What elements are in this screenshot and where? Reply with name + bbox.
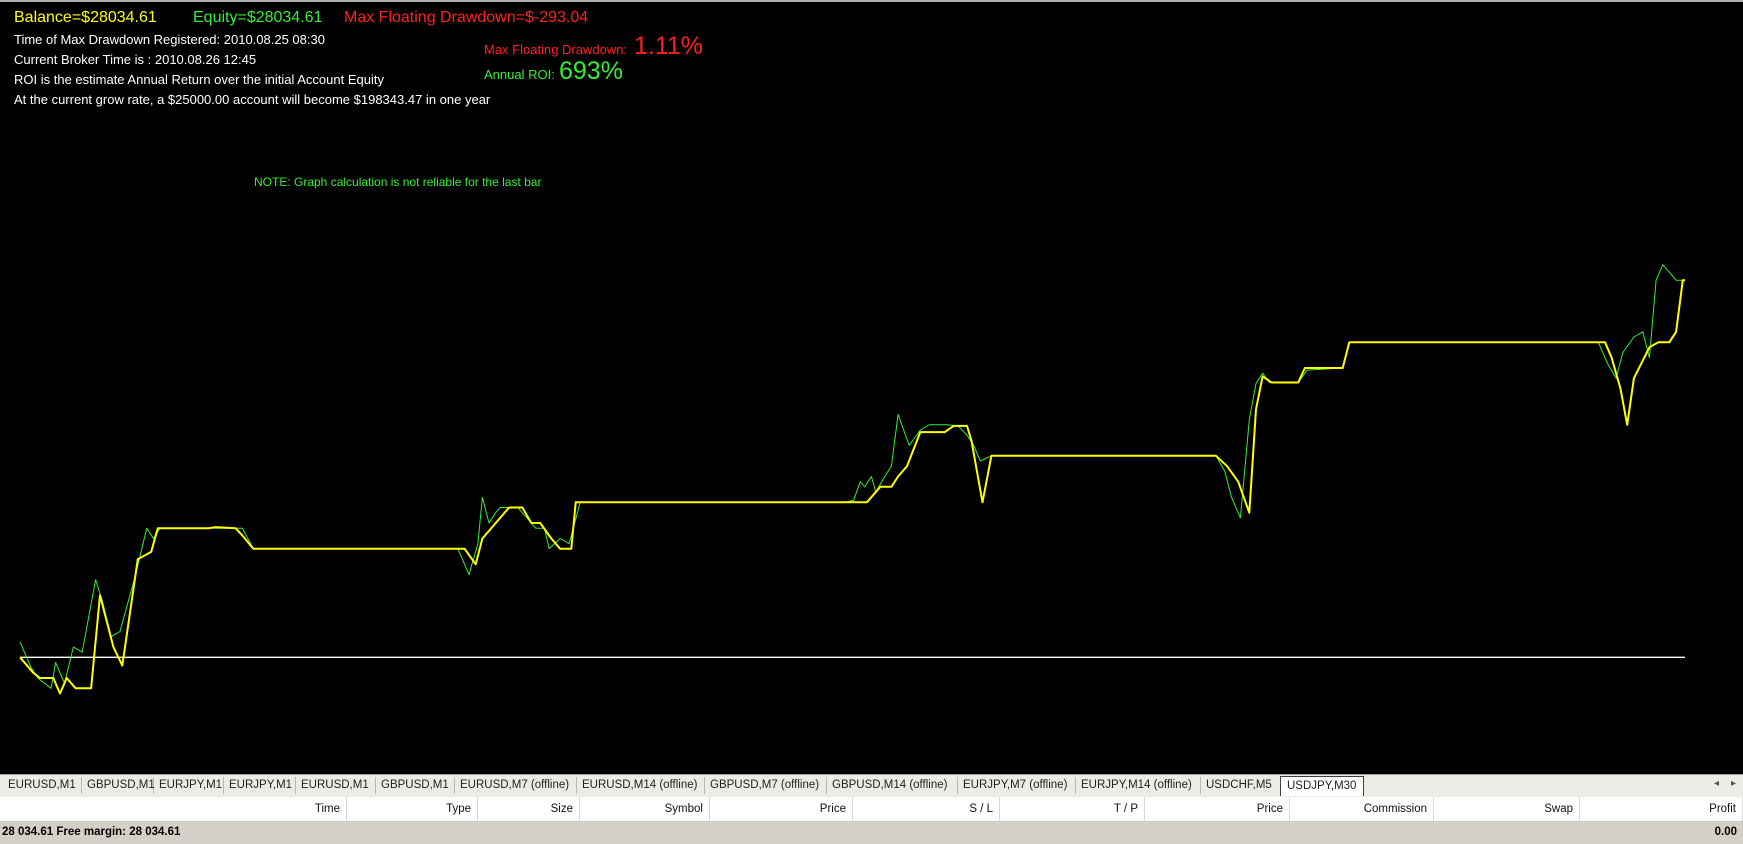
column-header[interactable]: Profit — [1580, 797, 1743, 821]
chart-tab[interactable]: EURUSD,M14 (offline) — [576, 777, 705, 794]
column-header[interactable]: Symbol — [580, 797, 710, 821]
equity-line — [19, 264, 1685, 689]
chart-tab[interactable]: EURJPY,M14 (offline) — [1075, 777, 1201, 794]
chart-tab[interactable]: EURJPY,M1 — [223, 777, 296, 794]
roi-note-text: ROI is the estimate Annual Return over t… — [14, 72, 384, 87]
column-header[interactable]: Swap — [1434, 797, 1580, 821]
chart-window[interactable]: Balance=$28034.61 Equity=$28034.61 Max F… — [0, 0, 1743, 774]
column-header[interactable]: Size — [478, 797, 580, 821]
chart-tab[interactable]: GBPUSD,M14 (offline) — [826, 777, 958, 794]
balance-line — [19, 279, 1685, 695]
column-header[interactable]: Price — [710, 797, 853, 821]
balance-free-margin-text: 28 034.61 Free margin: 28 034.61 — [2, 826, 181, 838]
max-floating-drawdown-text: Max Floating Drawdown=$-293.04 — [344, 9, 589, 26]
chart-tab[interactable]: USDJPY,M30 — [1280, 776, 1364, 796]
annual-roi-label: Annual ROI: — [484, 67, 555, 82]
column-header[interactable]: Time — [0, 797, 347, 821]
trade-table-header: Time Type Size Symbol Price S / LT / P Price Co… — [0, 797, 1743, 822]
grow-rate-text: At the current grow rate, a $25000.00 ac… — [14, 92, 491, 107]
chart-tab-bar: EURUSD,M1 GBPUSD,M1 EURJPY,M1 EURJPY,M1 EURU… — [0, 774, 1743, 798]
column-header[interactable]: Commission — [1290, 797, 1434, 821]
chart-tab[interactable]: EURJPY,M7 (offline) — [957, 777, 1076, 794]
chart-tab[interactable]: GBPUSD,M7 (offline) — [704, 777, 827, 794]
drawdown-percent-label: Max Floating Drawdown: — [484, 42, 628, 57]
graph-note-text: NOTE: Graph calculation is not reliable … — [254, 175, 542, 189]
column-header[interactable]: S / L — [853, 797, 1000, 821]
chart-tab[interactable]: USDCHF,M5 — [1200, 777, 1281, 794]
chart-tab[interactable]: EURUSD,M1 — [295, 777, 376, 794]
column-header[interactable]: T / P — [1000, 797, 1145, 821]
column-header[interactable]: Type — [347, 797, 478, 821]
balance-text: Balance=$28034.61 — [14, 9, 157, 26]
equity-text: Equity=$28034.61 — [193, 9, 323, 26]
chart-tab[interactable]: EURUSD,M7 (offline) — [454, 777, 577, 794]
column-header[interactable]: Price — [1145, 797, 1290, 821]
time-max-drawdown-text: Time of Max Drawdown Registered: 2010.08… — [14, 32, 325, 47]
broker-time-text: Current Broker Time is : 2010.08.26 12:4… — [14, 52, 257, 67]
chart-tab[interactable]: EURJPY,M1 — [153, 777, 224, 794]
balance-row: 28 034.61 Free margin: 28 034.61 0.00 — [0, 822, 1743, 844]
total-profit-value: 0.00 — [1714, 826, 1737, 838]
equity-balance-chart — [19, 264, 1685, 695]
tab-scroll-left-icon[interactable]: ◂ — [1714, 778, 1719, 789]
chart-tab[interactable]: EURUSD,M1 — [2, 777, 82, 794]
tab-scroll-right-icon[interactable]: ▸ — [1731, 778, 1736, 789]
drawdown-percent-value: 1.11% — [634, 32, 704, 60]
chart-tab[interactable]: GBPUSD,M1 — [81, 777, 155, 794]
chart-tab[interactable]: GBPUSD,M1 — [375, 777, 455, 794]
annual-roi-value: 693% — [559, 57, 623, 85]
